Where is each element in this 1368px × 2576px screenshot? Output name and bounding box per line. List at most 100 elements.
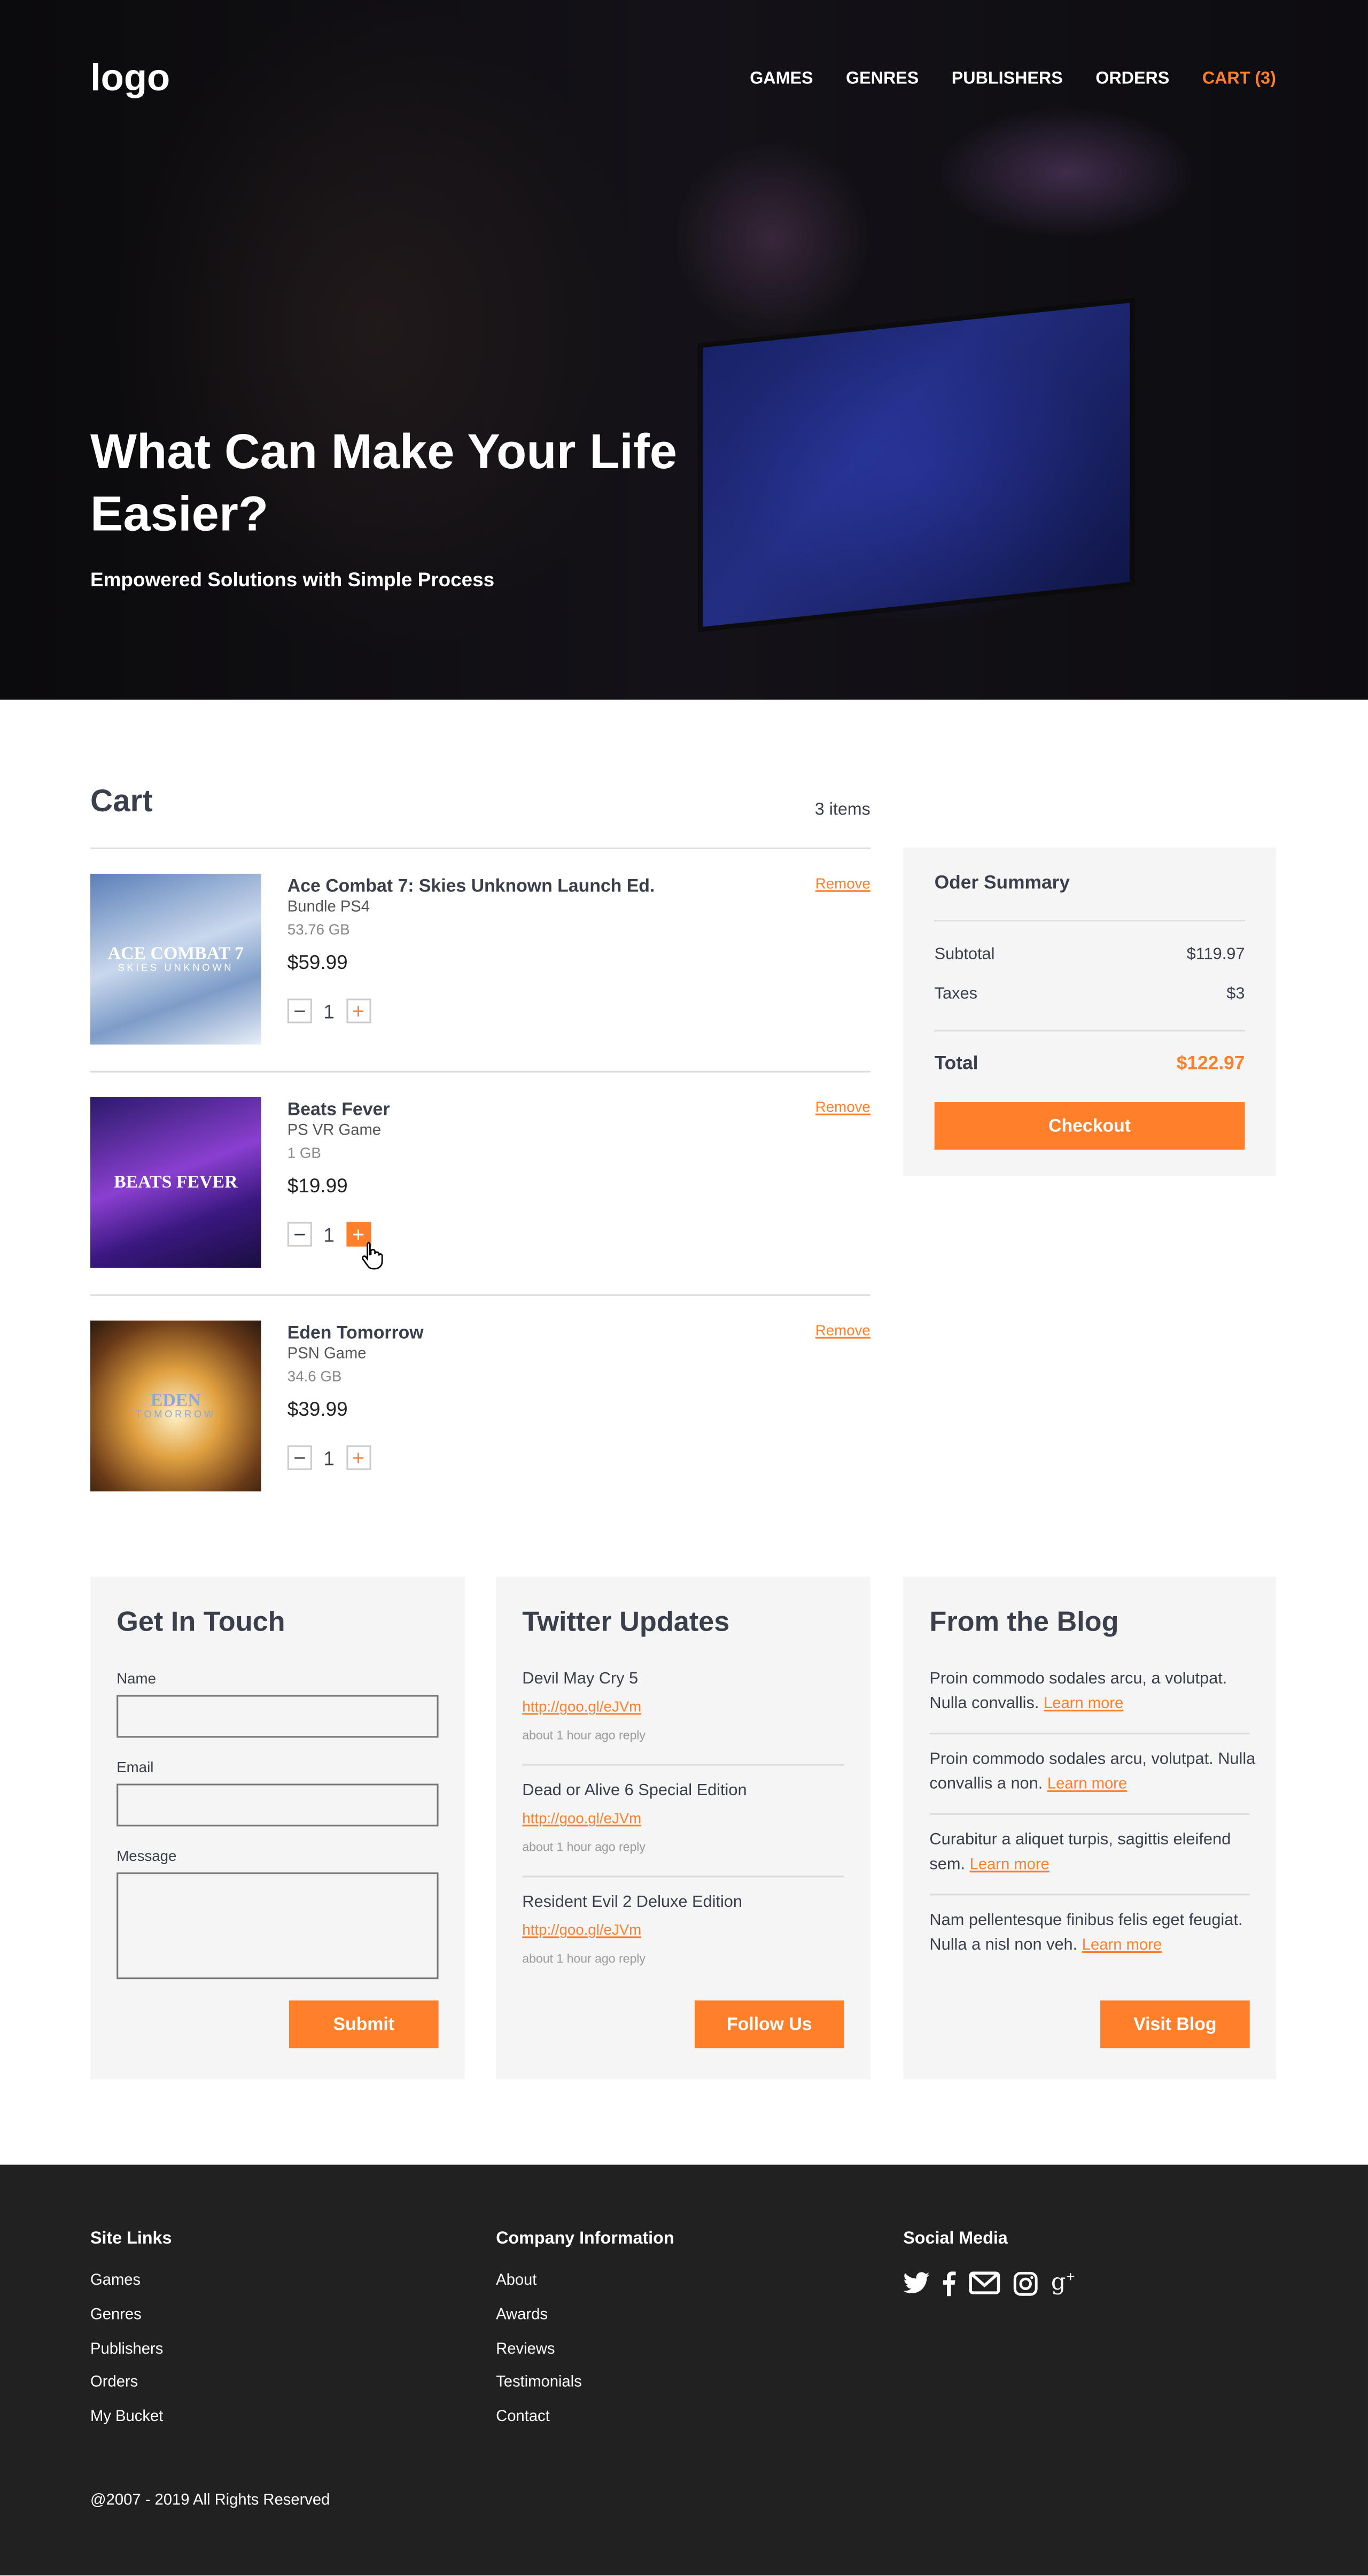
footer-link[interactable]: Testimonials bbox=[496, 2374, 582, 2392]
contact-title: Get In Touch bbox=[116, 1606, 285, 1638]
hero-title: What Can Make Your Life Easier? bbox=[90, 425, 678, 542]
remove-link[interactable]: Remove bbox=[815, 1322, 870, 1339]
item-platform: Bundle PS4 bbox=[287, 898, 370, 917]
tweet-meta: about 1 hour ago reply bbox=[522, 1951, 646, 1966]
order-summary: Oder Summary Subtotal $119.97 Taxes $3 T… bbox=[903, 847, 1276, 1176]
item-price: $59.99 bbox=[287, 951, 348, 974]
footer: Site Links Company Information Social Me… bbox=[0, 2164, 1368, 2575]
logo[interactable]: logo bbox=[90, 56, 170, 100]
quantity-value: 1 bbox=[323, 1446, 335, 1469]
learn-more-link[interactable]: Learn more bbox=[1082, 1936, 1162, 1954]
divider bbox=[929, 1894, 1250, 1896]
divider bbox=[929, 1733, 1250, 1735]
increase-button[interactable]: + bbox=[346, 998, 371, 1023]
social-title: Social Media bbox=[903, 2229, 1008, 2249]
google-plus-icon[interactable]: g+ bbox=[1051, 2270, 1076, 2296]
quantity-stepper: −1 + bbox=[287, 1222, 371, 1247]
follow-us-button[interactable]: Follow Us bbox=[694, 2000, 844, 2049]
site-links-title: Site Links bbox=[90, 2229, 172, 2249]
increase-button[interactable]: + bbox=[346, 1445, 371, 1470]
message-label: Message bbox=[116, 1848, 177, 1865]
footer-link[interactable]: Publishers bbox=[90, 2340, 163, 2358]
footer-link[interactable]: Orders bbox=[90, 2374, 138, 2392]
taxes-value: $3 bbox=[1226, 985, 1245, 1004]
item-cover-image[interactable]: ACE COMBAT 7 SKIES UNKNOWN bbox=[90, 873, 261, 1045]
divider bbox=[90, 847, 870, 849]
name-input[interactable] bbox=[116, 1695, 439, 1738]
quantity-value: 1 bbox=[323, 999, 335, 1023]
email-input[interactable] bbox=[116, 1783, 439, 1827]
learn-more-link[interactable]: Learn more bbox=[1047, 1775, 1127, 1794]
taxes-label: Taxes bbox=[934, 985, 977, 1004]
message-textarea[interactable] bbox=[116, 1872, 439, 1980]
learn-more-link[interactable]: Learn more bbox=[1044, 1695, 1123, 1713]
footer-link[interactable]: My Bucket bbox=[90, 2408, 163, 2426]
divider bbox=[522, 1764, 844, 1766]
footer-link[interactable]: Contact bbox=[496, 2408, 550, 2426]
company-title: Company Information bbox=[496, 2229, 674, 2249]
item-name[interactable]: Beats Fever bbox=[287, 1100, 390, 1120]
learn-more-link[interactable]: Learn more bbox=[970, 1856, 1050, 1874]
tweet-text: Dead or Alive 6 Special Edition bbox=[522, 1782, 747, 1801]
email-label: Email bbox=[116, 1759, 154, 1776]
twitter-title: Twitter Updates bbox=[522, 1606, 730, 1638]
footer-link[interactable]: Awards bbox=[496, 2306, 548, 2324]
item-platform: PSN Game bbox=[287, 1345, 367, 1363]
summary-title: Oder Summary bbox=[934, 873, 1070, 894]
tweet-link[interactable]: http://goo.gl/eJVm bbox=[522, 1698, 641, 1715]
total-label: Total bbox=[934, 1054, 978, 1074]
hero-background-image bbox=[698, 297, 1135, 633]
checkout-button[interactable]: Checkout bbox=[934, 1102, 1245, 1150]
decrease-button[interactable]: − bbox=[287, 1445, 312, 1470]
total-value: $122.97 bbox=[1176, 1054, 1245, 1074]
item-cover-image[interactable]: EDEN TOMORROW bbox=[90, 1320, 261, 1492]
divider bbox=[90, 1294, 870, 1296]
tweet-text: Resident Evil 2 Deluxe Edition bbox=[522, 1894, 742, 1912]
visit-blog-button[interactable]: Visit Blog bbox=[1100, 2000, 1250, 2049]
hero-banner: logo GAMES GENRES PUBLISHERS ORDERS CART… bbox=[0, 0, 1368, 700]
item-size: 1 GB bbox=[287, 1145, 321, 1161]
nav-genres[interactable]: GENRES bbox=[846, 69, 919, 89]
nav-cart[interactable]: CART (3) bbox=[1202, 69, 1276, 89]
divider bbox=[929, 1813, 1250, 1815]
item-name[interactable]: Ace Combat 7: Skies Unknown Launch Ed. bbox=[287, 877, 655, 897]
blog-post: Proin commodo sodales arcu, a volutpat. … bbox=[929, 1667, 1258, 1716]
quantity-value: 1 bbox=[323, 1222, 335, 1246]
tweet-meta: about 1 hour ago reply bbox=[522, 1839, 646, 1855]
footer-link[interactable]: Reviews bbox=[496, 2340, 555, 2358]
divider bbox=[522, 1875, 844, 1877]
nav-orders[interactable]: ORDERS bbox=[1095, 69, 1169, 89]
tweet-link[interactable]: http://goo.gl/eJVm bbox=[522, 1922, 641, 1938]
tweet-meta: about 1 hour ago reply bbox=[522, 1728, 646, 1743]
decrease-button[interactable]: − bbox=[287, 1222, 312, 1247]
item-size: 34.6 GB bbox=[287, 1368, 342, 1385]
divider bbox=[90, 1070, 870, 1073]
item-cover-image[interactable]: BEATS FEVER bbox=[90, 1097, 261, 1268]
footer-link[interactable]: About bbox=[496, 2271, 537, 2290]
facebook-icon[interactable] bbox=[943, 2270, 956, 2295]
quantity-stepper: −1 + bbox=[287, 1445, 371, 1470]
submit-button[interactable]: Submit bbox=[289, 2000, 439, 2049]
blog-title: From the Blog bbox=[929, 1606, 1119, 1638]
item-size: 53.76 GB bbox=[287, 921, 350, 938]
nav-publishers[interactable]: PUBLISHERS bbox=[952, 69, 1063, 89]
nav-games[interactable]: GAMES bbox=[750, 69, 813, 89]
social-icons: g+ bbox=[903, 2270, 1075, 2296]
divider bbox=[934, 1029, 1245, 1031]
tweet-text: Devil May Cry 5 bbox=[522, 1670, 639, 1689]
blog-post: Proin commodo sodales arcu, volutpat. Nu… bbox=[929, 1748, 1258, 1797]
tweet-link[interactable]: http://goo.gl/eJVm bbox=[522, 1810, 641, 1827]
divider bbox=[934, 919, 1245, 922]
footer-link[interactable]: Games bbox=[90, 2271, 141, 2290]
item-price: $39.99 bbox=[287, 1398, 348, 1421]
decrease-button[interactable]: − bbox=[287, 998, 312, 1023]
cart-item-count: 3 items bbox=[814, 800, 870, 820]
mail-icon[interactable] bbox=[969, 2271, 1000, 2294]
remove-link[interactable]: Remove bbox=[815, 1099, 870, 1115]
remove-link[interactable]: Remove bbox=[815, 875, 870, 892]
footer-link[interactable]: Genres bbox=[90, 2306, 142, 2324]
instagram-icon[interactable] bbox=[1013, 2271, 1038, 2295]
twitter-icon[interactable] bbox=[903, 2271, 930, 2294]
item-name[interactable]: Eden Tomorrow bbox=[287, 1324, 424, 1344]
name-label: Name bbox=[116, 1670, 157, 1687]
